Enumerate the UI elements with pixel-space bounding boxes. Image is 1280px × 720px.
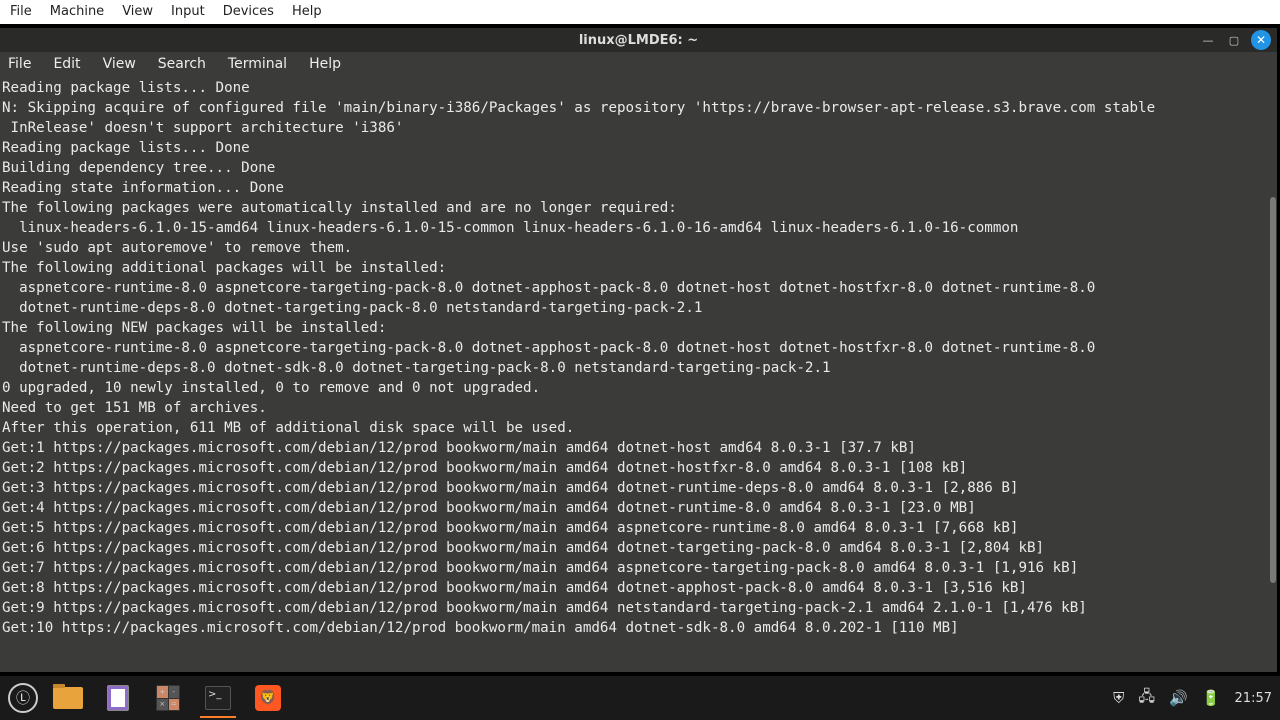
terminal-scrollbar[interactable] — [1269, 78, 1277, 672]
scrollbar-thumb[interactable] — [1270, 197, 1276, 583]
taskbar-calculator[interactable]: +-×= — [148, 680, 188, 716]
folder-icon — [53, 687, 83, 709]
taskbar-files[interactable] — [48, 680, 88, 716]
host-menu-bar: File Machine View Input Devices Help — [0, 0, 1280, 24]
clock[interactable]: 21:57 — [1235, 691, 1272, 706]
volume-icon[interactable]: 🔊 — [1169, 689, 1188, 707]
taskbar-brave[interactable]: 🦁 — [248, 680, 288, 716]
host-menu-machine[interactable]: Machine — [50, 4, 104, 20]
maximize-button[interactable]: ▢ — [1225, 31, 1243, 49]
terminal-output[interactable]: Reading package lists... Done N: Skippin… — [0, 78, 1277, 672]
guest-screen: linux@LMDE6: ~ — ▢ ✕ File Edit View Sear… — [0, 24, 1280, 720]
brave-icon: 🦁 — [255, 685, 281, 711]
taskbar: Ⓛ +-×= >_ 🦁 ⛨ 🖧 🔊 🔋 21:57 — [0, 676, 1280, 720]
terminal-menu-bar: File Edit View Search Terminal Help — [0, 52, 1277, 78]
host-menu-input[interactable]: Input — [171, 4, 205, 20]
battery-icon[interactable]: 🔋 — [1202, 689, 1221, 707]
host-menu-help[interactable]: Help — [292, 4, 322, 20]
terminal-menu-view[interactable]: View — [103, 56, 136, 74]
terminal-menu-search[interactable]: Search — [158, 56, 206, 74]
host-menu-file[interactable]: File — [10, 4, 32, 20]
host-menu-view[interactable]: View — [122, 4, 153, 20]
calculator-icon: +-×= — [156, 685, 180, 711]
shield-icon[interactable]: ⛨ — [1113, 689, 1124, 707]
terminal-menu-help[interactable]: Help — [309, 56, 341, 74]
terminal-menu-file[interactable]: File — [8, 56, 31, 74]
network-icon[interactable]: 🖧 — [1138, 686, 1155, 711]
window-title: linux@LMDE6: ~ — [579, 33, 698, 48]
text-editor-icon — [107, 685, 129, 711]
terminal-text: Reading package lists... Done N: Skippin… — [2, 78, 1275, 638]
minimize-button[interactable]: — — [1199, 31, 1217, 49]
system-tray: ⛨ 🖧 🔊 🔋 21:57 — [1113, 686, 1272, 711]
terminal-window: linux@LMDE6: ~ — ▢ ✕ File Edit View Sear… — [0, 28, 1277, 672]
host-menu-devices[interactable]: Devices — [223, 4, 274, 20]
terminal-menu-edit[interactable]: Edit — [53, 56, 80, 74]
terminal-icon: >_ — [205, 686, 231, 710]
window-titlebar[interactable]: linux@LMDE6: ~ — ▢ ✕ — [0, 28, 1277, 52]
taskbar-terminal[interactable]: >_ — [198, 680, 238, 716]
close-button[interactable]: ✕ — [1251, 30, 1271, 50]
terminal-menu-terminal[interactable]: Terminal — [228, 56, 287, 74]
taskbar-text-editor[interactable] — [98, 680, 138, 716]
start-menu-button[interactable]: Ⓛ — [8, 683, 38, 713]
